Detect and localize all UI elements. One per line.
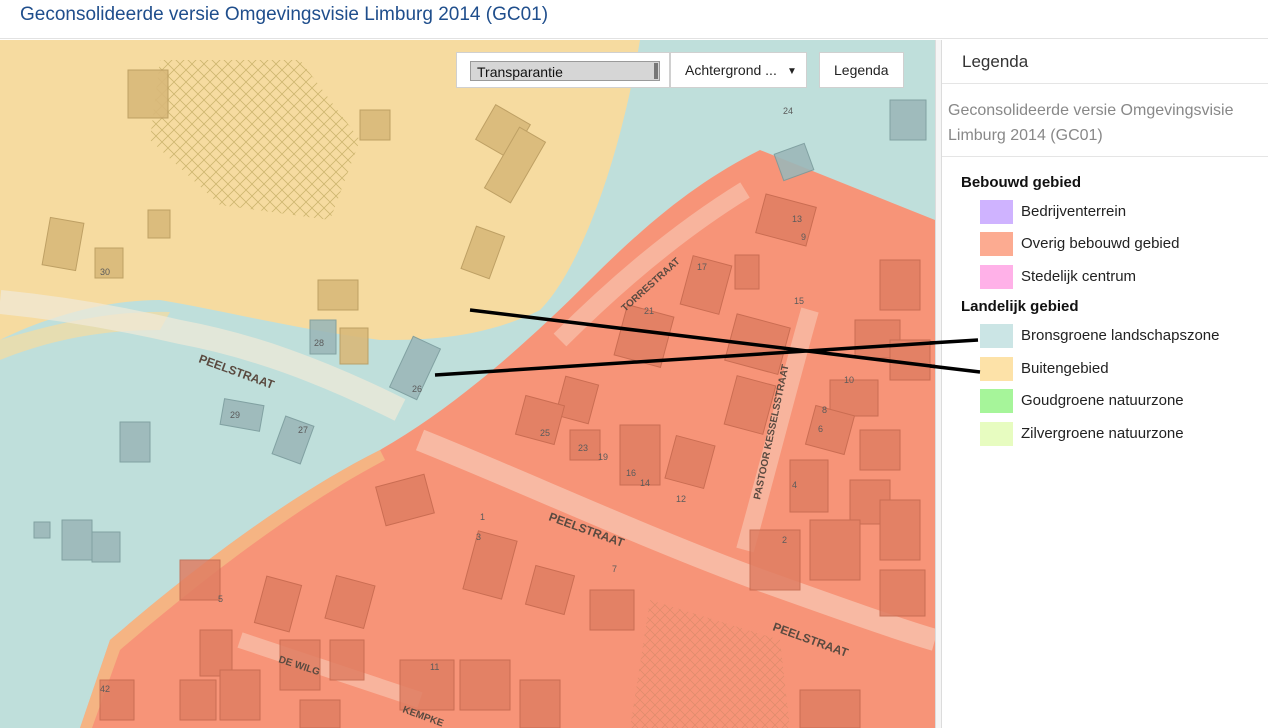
legend-heading: Legenda	[962, 52, 1029, 71]
map-canvas: PEELSTRAAT PEELSTRAAT PEELSTRAAT TORREST…	[0, 40, 935, 728]
transparency-control[interactable]: Transparantie	[456, 52, 670, 88]
house-number: 10	[844, 375, 854, 385]
legend-swatch	[980, 265, 1013, 289]
house-number: 19	[598, 452, 608, 462]
legend-subtitle: Geconsolideerde versie Omgevingsvisie Li…	[948, 102, 1234, 144]
house-number: 28	[314, 338, 324, 348]
house-number: 5	[218, 594, 223, 604]
house-number: 23	[578, 443, 588, 453]
title-divider	[0, 38, 1268, 39]
legend-toggle-button[interactable]: Legenda	[819, 52, 904, 88]
background-dropdown-label: Achtergrond ...	[685, 62, 777, 78]
house-number: 27	[298, 425, 308, 435]
house-number: 26	[412, 384, 422, 394]
house-number: 14	[640, 478, 650, 488]
legend-swatch	[980, 389, 1013, 413]
house-number: 11	[430, 662, 439, 672]
house-number: 24	[783, 106, 793, 116]
legend-item-label: Zilvergroene natuurzone	[1021, 425, 1184, 442]
house-number: 9	[801, 232, 806, 242]
legend-item-label: Overig bebouwd gebied	[1021, 235, 1180, 252]
slider-handle[interactable]	[654, 63, 658, 79]
legend-panel: Legenda Geconsolideerde versie Omgevings…	[942, 40, 1268, 728]
house-number: 3	[476, 532, 481, 542]
legend-swatch	[980, 324, 1013, 348]
transparency-label: Transparantie	[477, 64, 563, 80]
legend-item-label: Bedrijventerrein	[1021, 203, 1127, 220]
page-title: Geconsolideerde versie Omgevingsvisie Li…	[20, 4, 549, 25]
background-dropdown-button[interactable]: Achtergrond ... ▼	[670, 52, 807, 88]
house-number: 16	[626, 468, 636, 478]
transparency-slider[interactable]: Transparantie	[470, 61, 660, 81]
legend-swatch	[980, 422, 1013, 446]
map-panel-splitter[interactable]	[935, 40, 942, 728]
house-number: 21	[644, 306, 654, 316]
legend-item-label: Goudgroene natuurzone	[1021, 392, 1184, 409]
house-number: 15	[794, 296, 804, 306]
legend-swatch	[980, 357, 1013, 381]
legend-group-title: Landelijk gebied	[961, 298, 1079, 315]
house-number: 17	[697, 262, 707, 272]
house-number: 7	[612, 564, 617, 574]
house-number: 6	[818, 424, 823, 434]
house-number: 8	[822, 405, 827, 415]
house-number: 25	[540, 428, 550, 438]
legend-item-label: Bronsgroene landschapszone	[1021, 327, 1220, 344]
caret-down-icon: ▼	[787, 66, 797, 77]
legend-divider	[942, 83, 1268, 84]
house-number: 4	[792, 480, 797, 490]
legend-swatch	[980, 200, 1013, 224]
house-number: 12	[676, 494, 686, 504]
legend-toggle-label: Legenda	[834, 62, 889, 78]
house-number: 30	[100, 267, 110, 277]
house-number: 2	[782, 535, 787, 545]
house-number: 42	[100, 684, 110, 694]
legend-item-label: Buitengebied	[1021, 360, 1109, 377]
house-number: 13	[792, 214, 802, 224]
legend-item-label: Stedelijk centrum	[1021, 268, 1137, 285]
house-number: 1	[480, 512, 485, 522]
house-number: 29	[230, 410, 240, 420]
map-viewer[interactable]: PEELSTRAAT PEELSTRAAT PEELSTRAAT TORREST…	[0, 40, 935, 728]
legend-group-title: Bebouwd gebied	[961, 174, 1081, 191]
legend-divider	[942, 156, 1268, 157]
legend-swatch	[980, 232, 1013, 256]
